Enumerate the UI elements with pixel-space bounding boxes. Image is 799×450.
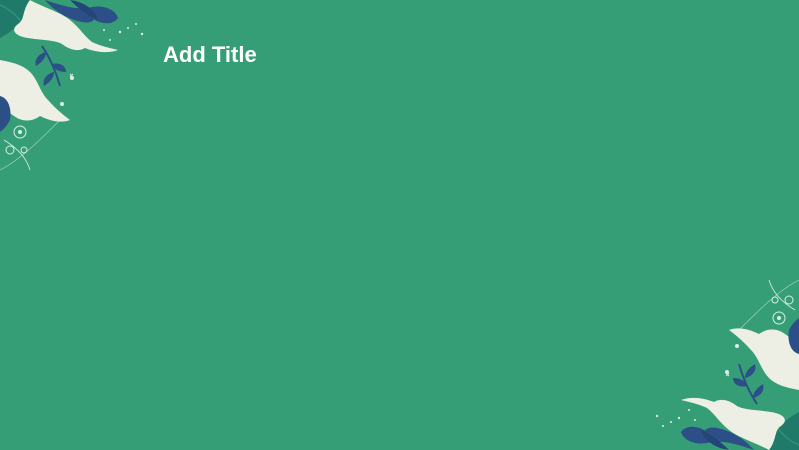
slide-canvas: Add Title <box>0 0 799 450</box>
top-left-floral-decoration <box>0 0 144 171</box>
bottom-right-floral-decoration <box>655 279 799 450</box>
slide-title[interactable]: Add Title <box>163 42 257 68</box>
